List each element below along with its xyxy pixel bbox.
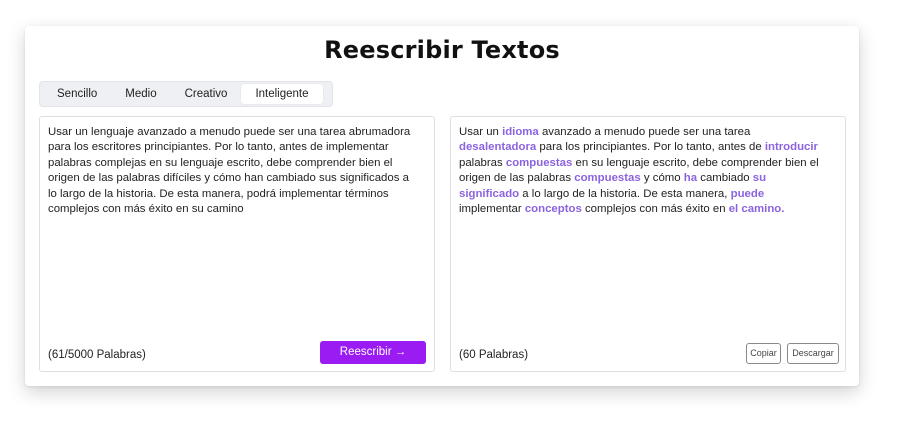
highlighted-word: compuestas xyxy=(574,172,641,185)
page-title: Reescribir Textos xyxy=(324,36,560,64)
highlighted-word: puede xyxy=(730,187,765,200)
highlighted-word: conceptos xyxy=(524,203,582,216)
copy-button[interactable]: Copiar xyxy=(746,343,781,364)
output-word-count: (60 Palabras) xyxy=(459,349,529,361)
output-text-segment: avanzado a menudo puede ser una tarea xyxy=(538,126,751,138)
input-word-count: (61/5000 Palabras) xyxy=(48,349,146,361)
output-text-segment: a lo largo de la historia. De esta maner… xyxy=(519,187,731,200)
highlighted-word: el camino. xyxy=(728,203,785,216)
input-text[interactable]: Usar un lenguaje avanzado a menudo puede… xyxy=(48,125,418,217)
highlighted-word: ha xyxy=(683,172,698,185)
output-text-segment: Usar un xyxy=(459,126,503,138)
tab-medio[interactable]: Medio xyxy=(111,84,170,104)
highlighted-word: desalentadora xyxy=(459,141,537,154)
output-text-segment: complejos con más éxito en xyxy=(581,203,729,216)
tab-inteligente[interactable]: Inteligente xyxy=(241,84,323,104)
mode-tabs: Sencillo Medio Creativo Inteligente xyxy=(39,81,333,107)
output-text-segment: implementar xyxy=(459,203,525,216)
output-text-segment: palabras xyxy=(459,156,506,169)
rewrite-button[interactable]: Reescribir → xyxy=(320,341,426,364)
input-panel[interactable]: Usar un lenguaje avanzado a menudo puede… xyxy=(39,116,435,372)
output-text-segment: y cómo xyxy=(640,172,684,185)
rewrite-card: Reescribir Textos Sencillo Medio Creativ… xyxy=(25,26,859,386)
highlighted-word: compuestas xyxy=(505,156,573,169)
tab-sencillo[interactable]: Sencillo xyxy=(43,84,111,104)
download-button[interactable]: Descargar xyxy=(787,343,839,364)
output-text: Usar un idioma avanzado a menudo puede s… xyxy=(459,125,829,217)
highlighted-word: idioma xyxy=(502,126,539,138)
output-text-segment: para los principiantes. Por lo tanto, an… xyxy=(536,141,765,154)
highlighted-word: introducir xyxy=(764,141,818,154)
output-panel: Usar un idioma avanzado a menudo puede s… xyxy=(450,116,846,372)
tab-creativo[interactable]: Creativo xyxy=(171,84,242,104)
output-text-segment: cambiado xyxy=(697,172,753,185)
